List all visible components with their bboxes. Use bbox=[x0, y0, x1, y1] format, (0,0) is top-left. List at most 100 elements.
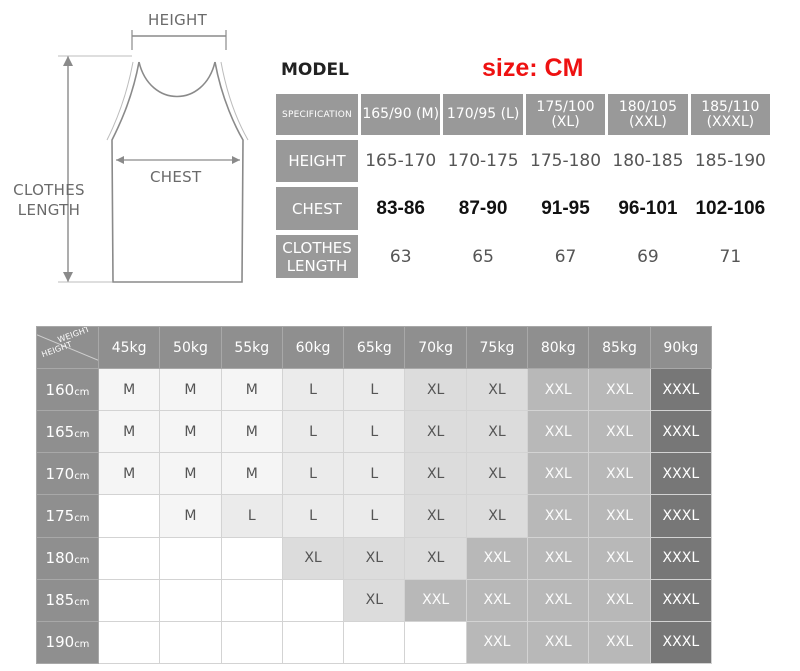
height-unit: cm bbox=[74, 386, 90, 398]
spec-cell: 69 bbox=[637, 246, 659, 267]
height-row-header: 180cm bbox=[36, 536, 99, 580]
empty-cell bbox=[220, 536, 283, 580]
spec-chest-row: CHEST 83-86 87-90 91-95 96-101 102-106 bbox=[276, 187, 770, 230]
size-cell: L bbox=[343, 494, 406, 538]
size-cell: XXL bbox=[527, 536, 590, 580]
size-cell: XL bbox=[404, 452, 467, 496]
spec-row-head: CHEST bbox=[276, 187, 358, 230]
spec-cell: 67 bbox=[554, 246, 577, 267]
weight-column-header: 45kg bbox=[97, 326, 161, 369]
height-unit: cm bbox=[74, 639, 90, 651]
height-label: HEIGHT bbox=[148, 11, 208, 29]
specification-table: SPECIFICATION 165/90 (M) 170/95 (L) 175/… bbox=[276, 94, 771, 278]
size-cell: L bbox=[220, 494, 283, 538]
size-cell: XL bbox=[281, 536, 345, 580]
model-heading: MODEL bbox=[281, 60, 349, 80]
height-row: 180cm XL XL XL XXL XXL XXL XXXL bbox=[36, 536, 713, 580]
spec-cell: 180/105 (XXL) bbox=[608, 94, 688, 135]
height-value: 190 bbox=[45, 633, 75, 652]
size-cell: M bbox=[159, 494, 222, 538]
empty-cell bbox=[220, 620, 283, 665]
size-cell: M bbox=[97, 367, 161, 412]
empty-cell bbox=[159, 578, 222, 622]
size-cell: M bbox=[159, 410, 222, 454]
size-cell: L bbox=[281, 367, 345, 412]
height-value: 160 bbox=[45, 380, 75, 399]
spec-cell: 180-185 bbox=[612, 151, 684, 171]
spec-cell: 185-190 bbox=[694, 151, 766, 171]
weight-column-header: 55kg bbox=[220, 326, 283, 369]
height-row-header: 175cm bbox=[36, 494, 99, 538]
size-cell: XXL bbox=[588, 620, 651, 665]
size-cell: XL bbox=[465, 494, 529, 538]
empty-cell bbox=[97, 536, 161, 580]
height-unit: cm bbox=[74, 470, 90, 482]
height-value: 170 bbox=[45, 464, 75, 483]
size-cell: XXXL bbox=[649, 494, 713, 538]
weight-column-header: 75kg bbox=[465, 326, 529, 369]
size-cell: XL bbox=[404, 367, 467, 412]
size-cell: XXL bbox=[527, 452, 590, 496]
size-cell: XXL bbox=[588, 494, 651, 538]
size-cell: XL bbox=[343, 536, 406, 580]
chest-label: CHEST bbox=[150, 168, 202, 186]
size-cell: XXXL bbox=[649, 620, 713, 665]
height-row: 170cm M M M L L XL XL XXL XXL XXXL bbox=[36, 452, 713, 496]
weight-header-row: WEIGHT HEIGHT 45kg 50kg 55kg 60kg 65kg 70kg 75… bbox=[36, 326, 713, 369]
size-cell: XL bbox=[465, 410, 529, 454]
spec-cell: 65 bbox=[472, 246, 494, 267]
size-cell: XXXL bbox=[649, 367, 713, 412]
spec-cell: 91-95 bbox=[541, 197, 590, 219]
weight-column-header: 80kg bbox=[527, 326, 590, 369]
height-value: 180 bbox=[45, 549, 75, 568]
size-cell: XXL bbox=[588, 536, 651, 580]
size-cell: L bbox=[281, 452, 345, 496]
spec-cell: 175/100 (XL) bbox=[525, 94, 606, 135]
size-cell: XXL bbox=[588, 452, 651, 496]
empty-cell bbox=[220, 578, 283, 622]
height-row-header: 190cm bbox=[36, 620, 99, 665]
spec-cell: 96-101 bbox=[618, 197, 678, 219]
height-row: 190cm XXL XXL XXL XXXL bbox=[36, 620, 713, 665]
spec-height-row: HEIGHT 165-170 170-175 175-180 180-185 1… bbox=[276, 140, 770, 182]
height-value: 175 bbox=[45, 506, 75, 525]
empty-cell bbox=[159, 620, 222, 665]
spec-cell: 102-106 bbox=[695, 197, 766, 219]
spec-cell: 165-170 bbox=[365, 151, 437, 171]
size-unit-label: size: CM bbox=[482, 54, 584, 82]
size-cell: L bbox=[343, 367, 406, 412]
size-cell: XL bbox=[465, 452, 529, 496]
weight-column-header: 85kg bbox=[588, 326, 651, 369]
tank-top-illustration: HEIGHT CHEST CLOTHES LENGTH bbox=[0, 0, 270, 300]
size-cell: L bbox=[343, 452, 406, 496]
weight-column-header: 65kg bbox=[343, 326, 406, 369]
size-cell: L bbox=[281, 494, 345, 538]
weight-column-header: 90kg bbox=[649, 326, 713, 369]
spec-cell: 175-180 bbox=[530, 151, 602, 171]
spec-header-row: SPECIFICATION 165/90 (M) 170/95 (L) 175/… bbox=[276, 94, 771, 135]
size-cell: L bbox=[281, 410, 345, 454]
height-unit: cm bbox=[74, 597, 90, 609]
height-row-header: 170cm bbox=[36, 452, 99, 496]
height-unit: cm bbox=[74, 428, 90, 440]
spec-row-head: CLOTHES LENGTH bbox=[276, 235, 358, 278]
size-cell: XXL bbox=[465, 578, 529, 622]
size-cell: XXL bbox=[404, 578, 467, 622]
size-cell: XXL bbox=[465, 536, 529, 580]
size-cell: XXL bbox=[527, 620, 590, 665]
spec-cell: 165/90 (M) bbox=[361, 94, 441, 135]
spec-cell: 63 bbox=[389, 246, 412, 267]
weight-column-header: 50kg bbox=[159, 326, 222, 369]
size-cell: XXXL bbox=[649, 452, 713, 496]
size-cell: M bbox=[220, 367, 283, 412]
empty-cell bbox=[404, 620, 467, 665]
empty-cell bbox=[281, 620, 345, 665]
height-unit: cm bbox=[74, 555, 90, 567]
empty-cell bbox=[281, 578, 345, 622]
size-cell: XL bbox=[465, 367, 529, 412]
spec-cell: 71 bbox=[719, 246, 742, 267]
size-cell: XXL bbox=[588, 410, 651, 454]
tank-top-outline-icon bbox=[58, 30, 249, 283]
height-row: 160cm M M M L L XL XL XXL XXL XXXL bbox=[36, 367, 713, 412]
size-cell: XXL bbox=[527, 367, 590, 412]
